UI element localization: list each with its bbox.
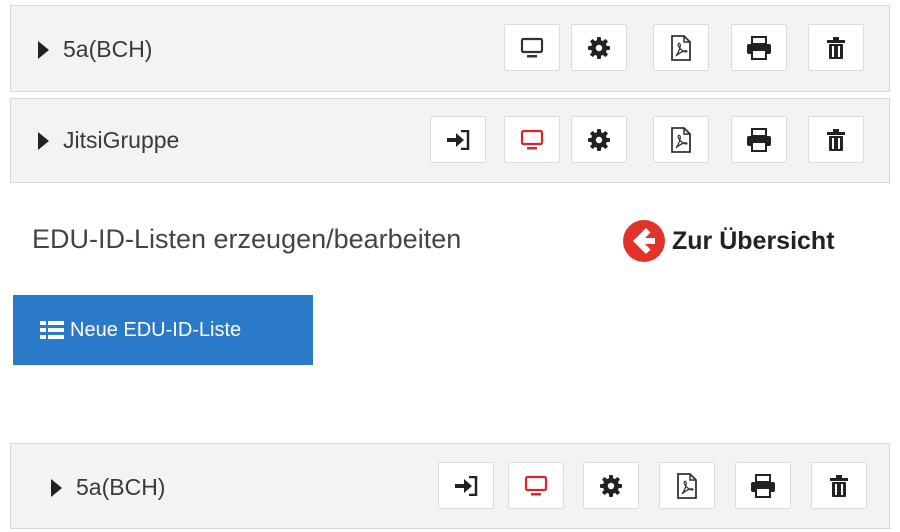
file-pdf-icon [677, 472, 697, 499]
delete-button[interactable] [808, 24, 864, 71]
print-button[interactable] [731, 116, 787, 163]
print-icon [747, 35, 771, 60]
cog-icon [588, 128, 610, 151]
delete-button[interactable] [811, 462, 867, 509]
file-pdf-icon [671, 34, 691, 61]
group-row: 5a(BCH) [10, 5, 890, 92]
join-button[interactable] [430, 116, 486, 163]
delete-button[interactable] [808, 116, 864, 163]
pdf-export-button[interactable] [659, 462, 715, 509]
group-name: 5a(BCH) [63, 36, 153, 62]
settings-button[interactable] [571, 24, 627, 71]
back-to-overview-link[interactable]: Zur Übersicht [622, 219, 835, 263]
print-button[interactable] [735, 462, 791, 509]
circle-arrow-left-icon [623, 220, 665, 262]
print-icon [751, 473, 775, 498]
back-label: Zur Übersicht [672, 226, 835, 255]
caret-right-icon [51, 478, 62, 497]
list-icon [40, 321, 64, 339]
group-toggle[interactable]: 5a(BCH) [51, 474, 165, 501]
new-list-label: Neue EDU-ID-Liste [70, 318, 242, 341]
join-button[interactable] [438, 462, 494, 509]
desktop-icon [520, 129, 544, 149]
desktop-icon [520, 37, 544, 57]
cog-icon [588, 36, 610, 59]
video-conference-button[interactable] [508, 462, 564, 509]
group-row: JitsiGruppe [10, 98, 890, 183]
file-pdf-icon [671, 126, 691, 153]
video-conference-button[interactable] [504, 24, 560, 71]
cog-icon [600, 474, 622, 497]
group-toggle[interactable]: JitsiGruppe [38, 127, 179, 154]
sign-in-icon [455, 475, 478, 496]
trash-icon [830, 474, 848, 497]
sign-in-icon [447, 129, 470, 150]
group-name: JitsiGruppe [63, 127, 180, 153]
group-toggle[interactable]: 5a(BCH) [38, 36, 152, 63]
new-edu-id-list-button[interactable]: Neue EDU-ID-Liste [13, 295, 313, 365]
settings-button[interactable] [583, 462, 639, 509]
video-conference-button[interactable] [504, 116, 560, 163]
page-title: EDU-ID-Listen erzeugen/bearbeiten [32, 224, 462, 254]
trash-icon [827, 128, 845, 151]
print-button[interactable] [731, 24, 787, 71]
desktop-icon [524, 475, 548, 495]
caret-right-icon [38, 131, 49, 150]
print-icon [747, 127, 771, 152]
pdf-export-button[interactable] [653, 116, 709, 163]
caret-right-icon [38, 40, 49, 59]
pdf-export-button[interactable] [653, 24, 709, 71]
group-name: 5a(BCH) [76, 474, 166, 500]
group-row: 5a(BCH) [10, 443, 890, 529]
trash-icon [827, 36, 845, 59]
settings-button[interactable] [571, 116, 627, 163]
